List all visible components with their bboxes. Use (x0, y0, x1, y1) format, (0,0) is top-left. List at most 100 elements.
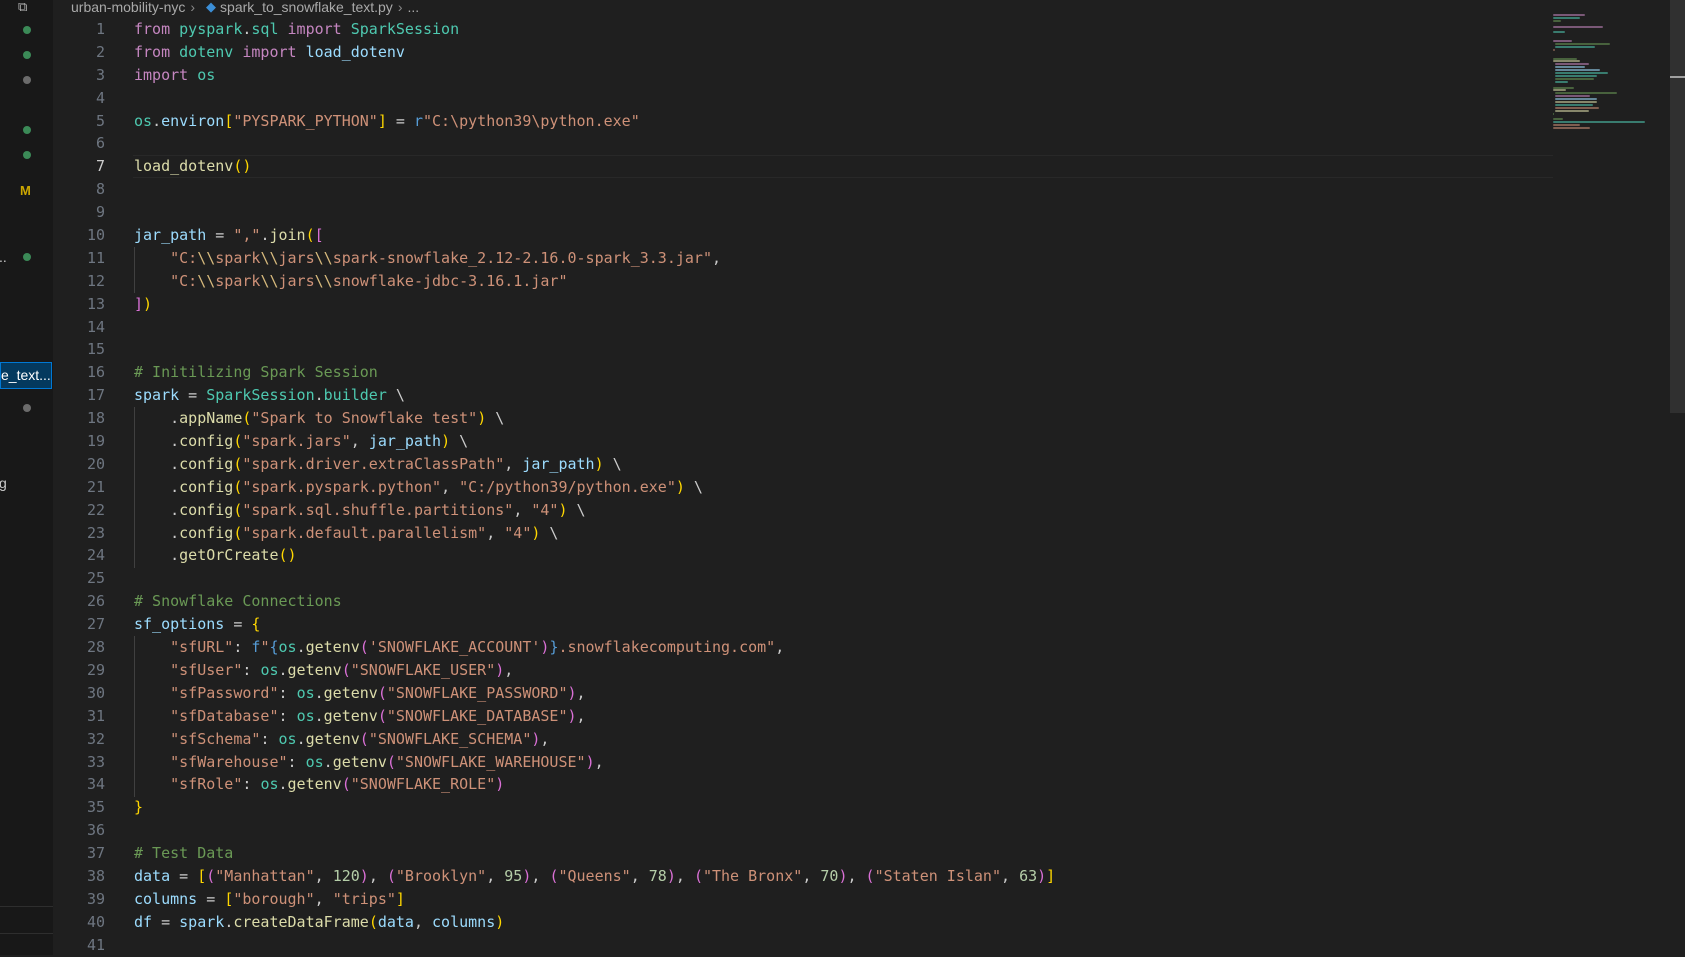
explorer-item-partial[interactable]: .. (0, 249, 7, 265)
code-line[interactable]: 41 (53, 934, 1553, 957)
code-editor[interactable]: urban-mobility-nyc › ◆ spark_to_snowflake_t… (53, 0, 1685, 955)
code-line[interactable]: 14 (53, 316, 1553, 339)
code-text[interactable]: .config("spark.jars", jar_path) \ (134, 430, 468, 453)
code-line[interactable]: 15 (53, 338, 1553, 361)
code-text[interactable]: sf_options = { (134, 613, 260, 636)
line-number[interactable]: 31 (53, 705, 105, 728)
line-number[interactable]: 21 (53, 476, 105, 499)
code-text[interactable]: "C:\\spark\\jars\\snowflake-jdbc-3.16.1.… (134, 270, 567, 293)
code-line[interactable]: 3 import os (53, 64, 1553, 87)
code-line[interactable]: 8 (53, 178, 1553, 201)
code-text[interactable]: import os (134, 64, 215, 87)
code-line[interactable]: 37 # Test Data (53, 842, 1553, 865)
line-number[interactable]: 7 (53, 155, 105, 178)
code-line[interactable]: 4 (53, 87, 1553, 110)
line-number[interactable]: 8 (53, 178, 105, 201)
line-number[interactable]: 33 (53, 751, 105, 774)
line-number[interactable]: 9 (53, 201, 105, 224)
code-line[interactable]: 31 "sfDatabase": os.getenv("SNOWFLAKE_DA… (53, 705, 1553, 728)
code-text[interactable]: "sfURL": f"{os.getenv('SNOWFLAKE_ACCOUNT… (134, 636, 784, 659)
code-line[interactable]: 22 .config("spark.sql.shuffle.partitions… (53, 499, 1553, 522)
code-line[interactable]: 35} (53, 796, 1553, 819)
code-line[interactable]: 29 "sfUser": os.getenv("SNOWFLAKE_USER")… (53, 659, 1553, 682)
line-number[interactable]: 22 (53, 499, 105, 522)
explorer-item-selected[interactable]: e_text... (0, 362, 52, 389)
code-line[interactable]: 6 (53, 132, 1553, 155)
code-text[interactable]: "sfUser": os.getenv("SNOWFLAKE_USER"), (134, 659, 513, 682)
line-number[interactable]: 12 (53, 270, 105, 293)
line-number[interactable]: 19 (53, 430, 105, 453)
code-line[interactable]: 36 (53, 819, 1553, 842)
code-text[interactable]: .getOrCreate() (134, 544, 296, 567)
breadcrumb-file[interactable]: spark_to_snowflake_text.py (220, 0, 393, 14)
code-line[interactable]: 34 "sfRole": os.getenv("SNOWFLAKE_ROLE") (53, 773, 1553, 796)
line-number[interactable]: 6 (53, 132, 105, 155)
line-number[interactable]: 29 (53, 659, 105, 682)
code-text[interactable]: .appName("Spark to Snowflake test") \ (134, 407, 504, 430)
code-text[interactable]: data = [("Manhattan", 120), ("Brooklyn",… (134, 865, 1055, 888)
line-number[interactable]: 16 (53, 361, 105, 384)
line-number[interactable]: 40 (53, 911, 105, 934)
code-text[interactable]: jar_path = ",".join([ (134, 224, 324, 247)
line-number[interactable]: 13 (53, 293, 105, 316)
code-line[interactable]: 7 load_dotenv() (53, 155, 1553, 179)
code-line[interactable]: 24 .getOrCreate() (53, 544, 1553, 567)
minimap[interactable] (1553, 14, 1663, 134)
code-line[interactable]: 12 "C:\\spark\\jars\\snowflake-jdbc-3.16… (53, 270, 1553, 293)
code-text[interactable]: "sfDatabase": os.getenv("SNOWFLAKE_DATAB… (134, 705, 585, 728)
line-number[interactable]: 27 (53, 613, 105, 636)
breadcrumb-symbols[interactable]: ... (407, 0, 419, 14)
line-number[interactable]: 24 (53, 544, 105, 567)
line-number[interactable]: 20 (53, 453, 105, 476)
line-number[interactable]: 17 (53, 384, 105, 407)
code-line[interactable]: 2 from dotenv import load_dotenv (53, 41, 1553, 64)
code-line[interactable]: 32 "sfSchema": os.getenv("SNOWFLAKE_SCHE… (53, 728, 1553, 751)
code-line[interactable]: 16 # Initilizing Spark Session (53, 361, 1553, 384)
line-number[interactable]: 28 (53, 636, 105, 659)
line-number[interactable]: 39 (53, 888, 105, 911)
explorer-item-partial[interactable]: g (0, 475, 7, 491)
code-text[interactable]: from dotenv import load_dotenv (134, 41, 405, 64)
code-text[interactable]: "sfRole": os.getenv("SNOWFLAKE_ROLE") (134, 773, 504, 796)
line-number[interactable]: 5 (53, 110, 105, 133)
code-line[interactable]: 21 .config("spark.pyspark.python", "C:/p… (53, 476, 1553, 499)
code-line[interactable]: 17 spark = SparkSession.builder \ (53, 384, 1553, 407)
code-line[interactable]: 27 sf_options = { (53, 613, 1553, 636)
code-text[interactable]: df = spark.createDataFrame(data, columns… (134, 911, 504, 934)
code-line[interactable]: 11 "C:\\spark\\jars\\spark-snowflake_2.1… (53, 247, 1553, 270)
breadcrumb-folder[interactable]: urban-mobility-nyc (71, 0, 185, 14)
code-line[interactable]: 20 .config("spark.driver.extraClassPath"… (53, 453, 1553, 476)
line-number[interactable]: 32 (53, 728, 105, 751)
code-line[interactable]: 26 # Snowflake Connections (53, 590, 1553, 613)
code-text[interactable]: # Test Data (134, 842, 233, 865)
code-text[interactable]: from pyspark.sql import SparkSession (134, 18, 459, 41)
code-text[interactable]: "C:\\spark\\jars\\spark-snowflake_2.12-2… (134, 247, 721, 270)
line-number[interactable]: 26 (53, 590, 105, 613)
line-number[interactable]: 41 (53, 934, 105, 957)
code-text[interactable]: # Initilizing Spark Session (134, 361, 378, 384)
code-line[interactable]: 30 "sfPassword": os.getenv("SNOWFLAKE_PA… (53, 682, 1553, 705)
code-line[interactable]: 33 "sfWarehouse": os.getenv("SNOWFLAKE_W… (53, 751, 1553, 774)
code-text[interactable]: ]) (134, 293, 152, 316)
line-number[interactable]: 35 (53, 796, 105, 819)
line-number[interactable]: 25 (53, 567, 105, 590)
copy-icon[interactable]: ⧉ (18, 0, 27, 13)
code-text[interactable]: .config("spark.driver.extraClassPath", j… (134, 453, 622, 476)
code-line[interactable]: 38 data = [("Manhattan", 120), ("Brooklyn… (53, 865, 1553, 888)
code-text[interactable]: "sfWarehouse": os.getenv("SNOWFLAKE_WARE… (134, 751, 604, 774)
code-text[interactable]: .config("spark.pyspark.python", "C:/pyth… (134, 476, 703, 499)
code-line[interactable]: 25 (53, 567, 1553, 590)
line-number[interactable]: 37 (53, 842, 105, 865)
code-line[interactable]: 9 (53, 201, 1553, 224)
code-text[interactable]: spark = SparkSession.builder \ (134, 384, 405, 407)
code-line[interactable]: 19 .config("spark.jars", jar_path) \ (53, 430, 1553, 453)
line-number[interactable]: 14 (53, 316, 105, 339)
code-area[interactable]: 1 from pyspark.sql import SparkSession 2 fr… (53, 18, 1553, 957)
code-text[interactable]: # Snowflake Connections (134, 590, 342, 613)
code-text[interactable]: "sfSchema": os.getenv("SNOWFLAKE_SCHEMA"… (134, 728, 549, 751)
line-number[interactable]: 3 (53, 64, 105, 87)
line-number[interactable]: 36 (53, 819, 105, 842)
code-line[interactable]: 10 jar_path = ",".join([ (53, 224, 1553, 247)
line-number[interactable]: 1 (53, 18, 105, 41)
code-line[interactable]: 1 from pyspark.sql import SparkSession (53, 18, 1553, 41)
